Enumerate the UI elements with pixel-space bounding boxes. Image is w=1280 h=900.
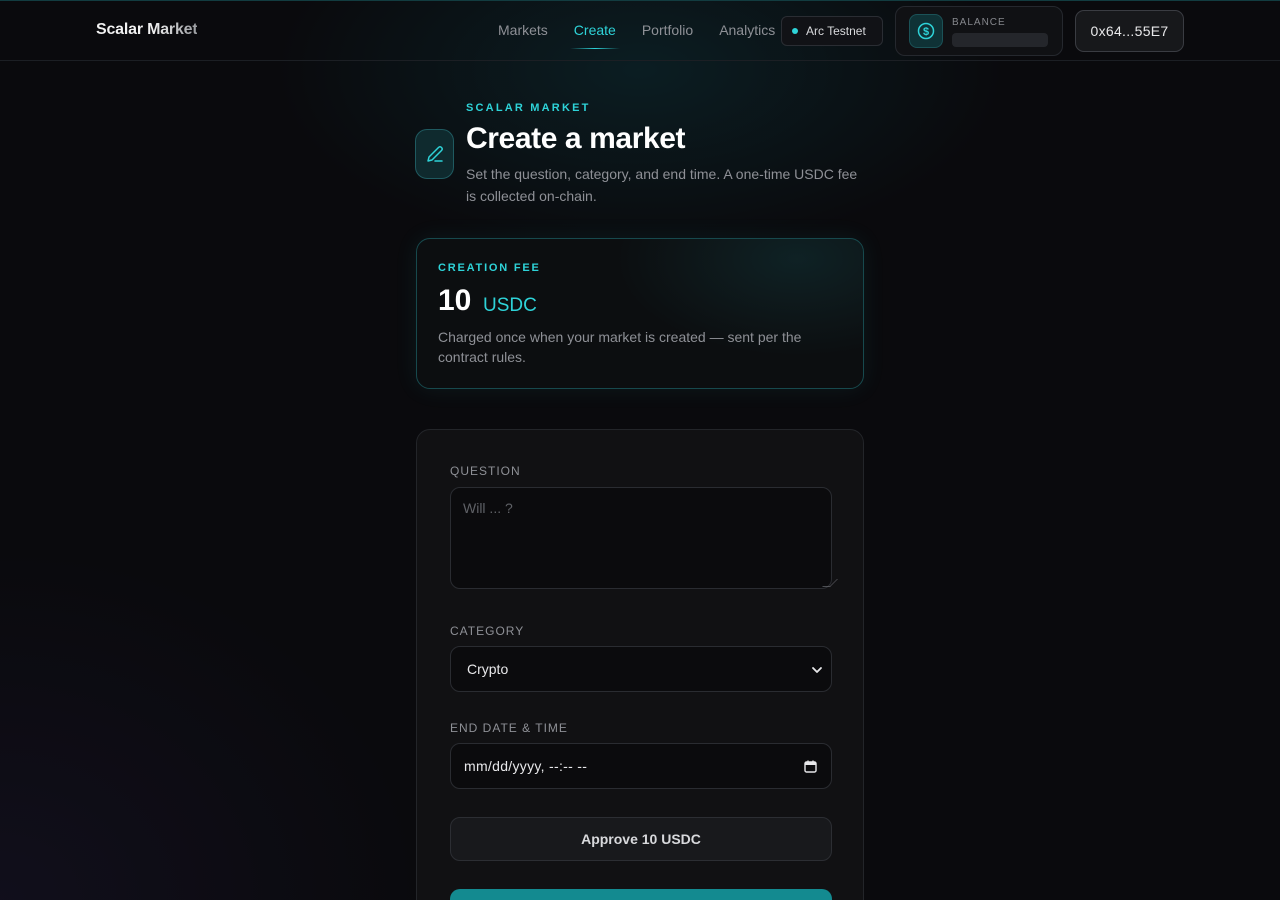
category-selected-value: Crypto — [467, 661, 509, 677]
brand-logo[interactable]: Scalar Market — [96, 21, 198, 39]
question-label: QUESTION — [450, 464, 521, 478]
end-datetime-placeholder: mm/dd/yyyy, --:-- -- — [464, 758, 588, 774]
fee-label: CREATION FEE — [438, 262, 541, 274]
balance-widget: $ BALANCE — [895, 6, 1063, 56]
fee-amount: 10 — [438, 284, 472, 317]
nav-analytics[interactable]: Analytics — [719, 22, 775, 50]
chevron-down-icon — [812, 667, 822, 673]
end-date-label: END DATE & TIME — [450, 721, 568, 735]
network-status-dot-icon — [792, 28, 798, 34]
page-title: Create a market — [466, 122, 686, 155]
nav-portfolio[interactable]: Portfolio — [642, 22, 693, 50]
question-input[interactable] — [450, 487, 832, 589]
approve-usdc-button[interactable]: Approve 10 USDC — [450, 817, 832, 861]
category-label: CATEGORY — [450, 624, 525, 638]
fee-unit: USDC — [483, 295, 537, 316]
wallet-address-button[interactable]: 0x64...55E7 — [1075, 10, 1184, 52]
balance-loading-placeholder — [952, 33, 1048, 47]
end-datetime-input[interactable]: mm/dd/yyyy, --:-- -- — [450, 743, 832, 789]
dollar-coin-icon: $ — [909, 14, 943, 48]
fee-description: Charged once when your market is created… — [438, 329, 802, 365]
nav-markets[interactable]: Markets — [498, 22, 548, 50]
top-bar: Scalar Market Markets Create Portfolio A… — [0, 0, 1280, 61]
create-market-form: QUESTION CATEGORY Crypto END DATE & TIME… — [416, 429, 864, 900]
balance-label: BALANCE — [952, 17, 1006, 28]
svg-text:$: $ — [923, 26, 929, 38]
page-subtitle: Set the question, category, and end time… — [466, 166, 858, 204]
network-badge[interactable]: Arc Testnet — [781, 16, 883, 46]
nav-create[interactable]: Create — [569, 22, 620, 50]
page-eyebrow: SCALAR MARKET — [466, 102, 591, 114]
creation-fee-card: CREATION FEE 10 USDC Charged once when y… — [416, 238, 864, 389]
calendar-icon[interactable] — [804, 760, 817, 773]
category-select[interactable]: Crypto — [450, 646, 832, 692]
main-nav: Markets Create Portfolio Analytics — [498, 22, 801, 50]
pencil-icon — [415, 129, 454, 179]
create-market-button[interactable] — [450, 889, 832, 900]
network-name: Arc Testnet — [806, 24, 866, 38]
